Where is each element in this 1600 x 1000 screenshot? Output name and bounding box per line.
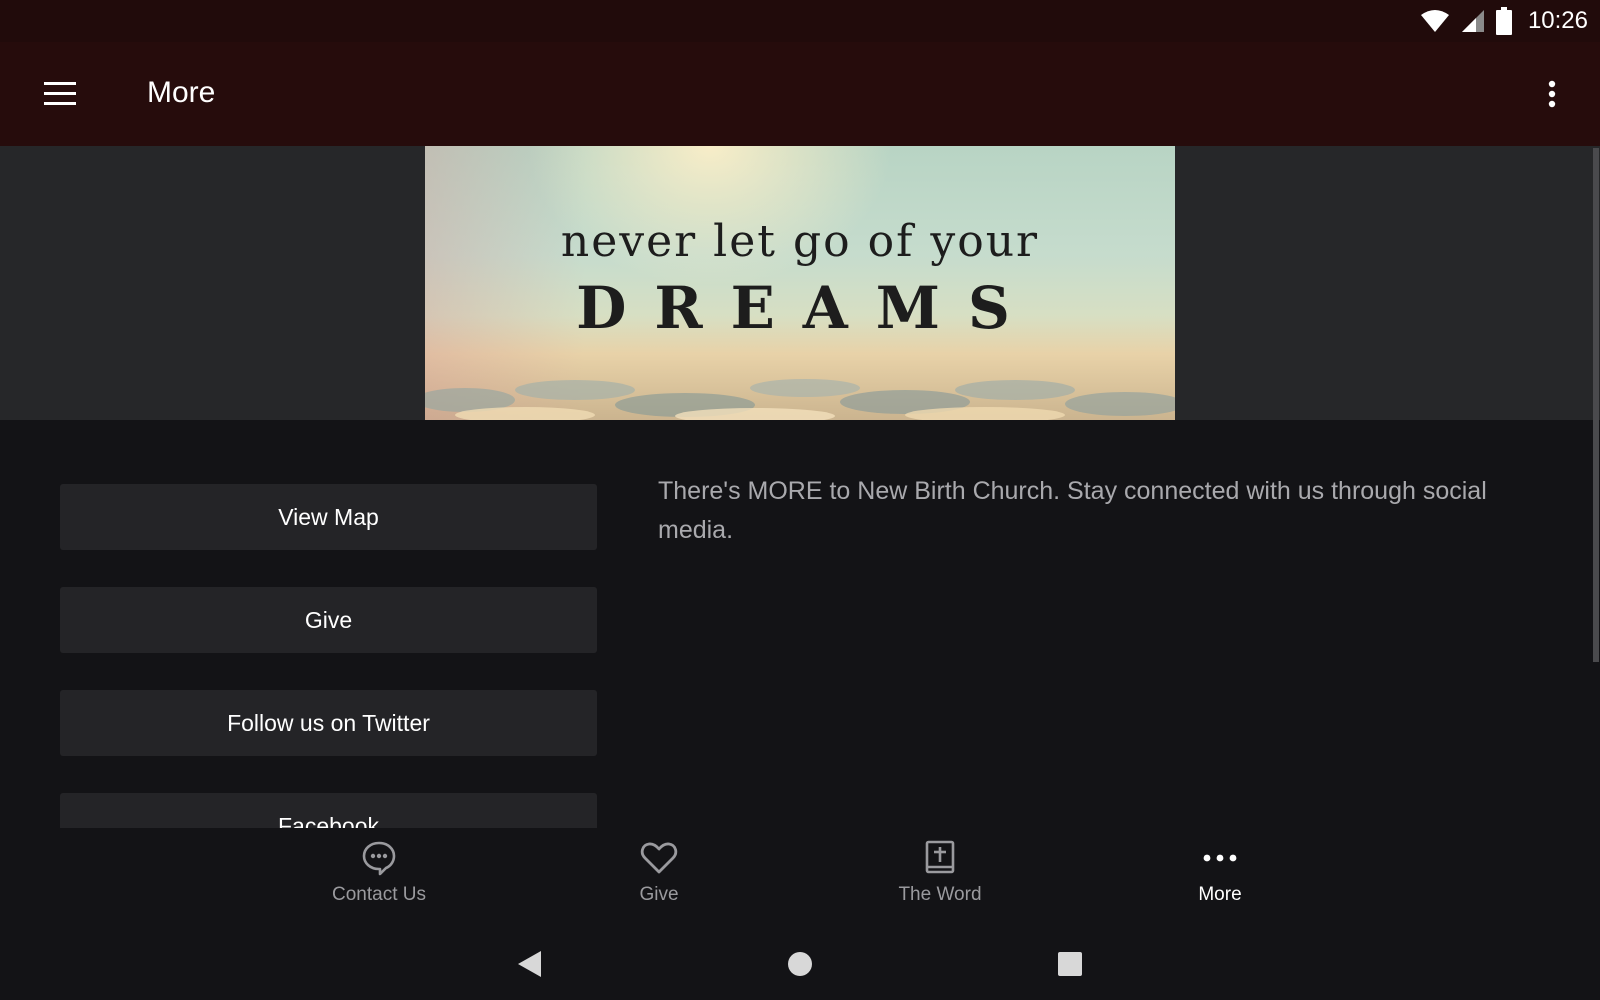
hamburger-menu-icon — [44, 82, 76, 105]
hero-banner-image: never let go of your DREAMS — [425, 146, 1175, 420]
system-back-button[interactable] — [505, 940, 553, 988]
chat-bubble-icon — [362, 841, 396, 876]
battery-icon — [1495, 7, 1512, 35]
status-bar: 10:26 — [0, 0, 1600, 42]
status-icons: 10:26 — [1420, 6, 1588, 36]
wifi-icon — [1420, 10, 1449, 32]
nav-label-more: More — [1198, 884, 1242, 905]
cellular-signal-icon — [1461, 10, 1484, 32]
overflow-menu-button[interactable] — [1528, 70, 1576, 118]
home-icon — [788, 952, 812, 976]
system-recents-button[interactable] — [1046, 940, 1094, 988]
hero-line2: DREAMS — [576, 274, 1038, 342]
scrollbar[interactable] — [1593, 148, 1599, 662]
give-button[interactable]: Give — [60, 587, 597, 653]
follow-twitter-button[interactable]: Follow us on Twitter — [60, 690, 597, 756]
nav-label-give: Give — [639, 884, 679, 905]
nav-item-contact-us[interactable]: Contact Us — [279, 836, 479, 906]
back-icon — [518, 951, 541, 977]
system-home-button[interactable] — [776, 940, 824, 988]
recents-icon — [1058, 952, 1082, 976]
action-button-list: View Map Give Follow us on Twitter Faceb… — [60, 484, 597, 828]
more-vertical-icon — [1548, 80, 1556, 108]
page-title: More — [147, 76, 216, 109]
more-horizontal-icon — [1203, 854, 1237, 862]
app-bar: More — [0, 42, 1600, 146]
nav-item-the-word[interactable]: The Word — [840, 836, 1040, 906]
bible-icon — [925, 840, 955, 874]
nav-item-give[interactable]: Give — [559, 836, 759, 906]
description-text: There's MORE to New Birth Church. Stay c… — [658, 477, 1487, 544]
nav-item-more[interactable]: More — [1120, 836, 1320, 906]
heart-icon — [640, 842, 678, 874]
clouds-decoration — [425, 379, 1175, 420]
view-map-button[interactable]: View Map — [60, 484, 597, 550]
bottom-navigation: Contact Us Give The Word More — [0, 828, 1600, 928]
system-navigation-bar — [0, 928, 1600, 1000]
facebook-button[interactable]: Facebook — [60, 793, 597, 828]
hamburger-menu-button[interactable] — [36, 70, 84, 118]
nav-label-contact-us: Contact Us — [332, 884, 426, 905]
hero-line1: never let go of your — [560, 216, 1040, 267]
nav-label-the-word: The Word — [898, 884, 982, 905]
status-time: 10:26 — [1527, 7, 1588, 34]
